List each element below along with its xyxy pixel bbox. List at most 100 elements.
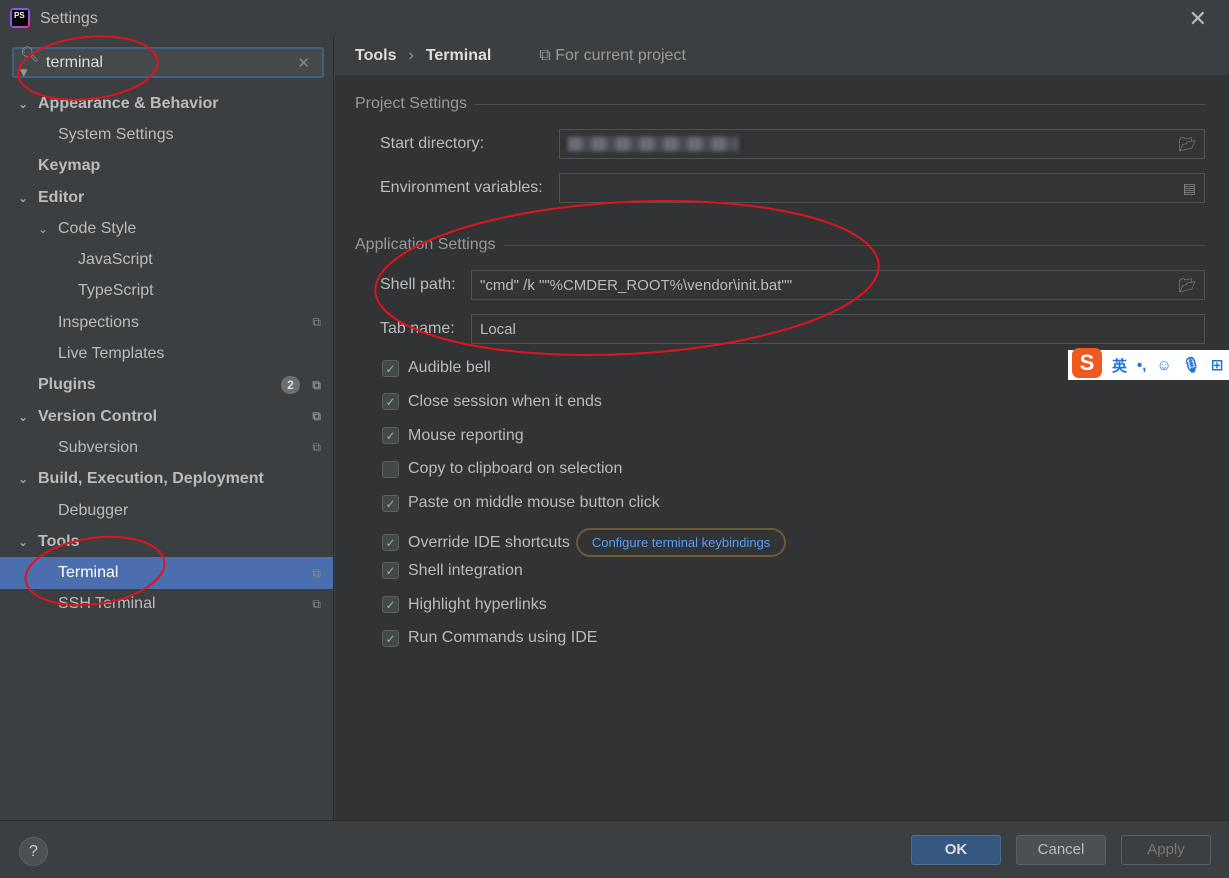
start-directory-field[interactable]: 📂︎ xyxy=(559,129,1205,159)
chevron-right-icon: › xyxy=(408,47,414,64)
breadcrumb-current: Terminal xyxy=(425,47,492,64)
keyboard-icon[interactable]: ⊞ xyxy=(1211,356,1224,374)
checkbox[interactable]: ✓ xyxy=(382,629,399,647)
tree-item[interactable]: SSH Terminal ⧉ xyxy=(0,589,333,620)
checkbox-option[interactable]: ✓ Paste on middle mouse button click xyxy=(382,494,660,512)
project-scope-icon: ⧉ xyxy=(539,47,556,64)
checkbox-option[interactable]: ✓ Close session when it ends xyxy=(382,393,602,411)
tree-item-label: Debugger xyxy=(58,501,129,519)
ok-button[interactable]: OK xyxy=(911,835,1001,865)
chevron-down-icon[interactable]: ⌄ xyxy=(18,472,32,486)
tree-item-label: Tools xyxy=(38,532,80,550)
scope-text: For current project xyxy=(555,47,686,64)
checkbox-option[interactable]: ✓ Run Commands using IDE xyxy=(382,629,597,647)
tree-item[interactable]: ⌄ Tools xyxy=(0,526,333,557)
checkbox-label: Highlight hyperlinks xyxy=(408,595,547,613)
tree-item[interactable]: JavaScript xyxy=(0,244,333,275)
tree-item[interactable]: Keymap xyxy=(0,151,333,182)
dialog-footer: ? OK Cancel Apply xyxy=(0,820,1229,878)
checkbox-label: Override IDE shortcuts xyxy=(408,533,570,551)
tree-item[interactable]: Terminal ⧉ xyxy=(0,557,333,589)
project-settings-section: Project Settings xyxy=(355,95,1205,113)
tree-item[interactable]: ⌄ Version Control ⧉ xyxy=(0,401,333,432)
tree-item[interactable]: System Settings xyxy=(0,119,333,150)
checkbox-option[interactable]: Copy to clipboard on selection xyxy=(382,460,622,478)
window-title: Settings xyxy=(40,10,98,27)
chevron-down-icon[interactable]: ⌄ xyxy=(38,222,52,236)
configure-keybindings-link[interactable]: Configure terminal keybindings xyxy=(575,528,787,557)
folder-icon[interactable]: 📂︎ xyxy=(1178,277,1196,294)
tree-item[interactable]: Debugger xyxy=(0,495,333,526)
tree-item-label: Build, Execution, Deployment xyxy=(38,470,264,488)
settings-sidebar: 🔍︎▾ ✕ ⌄ Appearance & Behavior System Setti… xyxy=(0,37,334,820)
close-icon[interactable]: ✕ xyxy=(1189,6,1207,32)
checkbox-label: Close session when it ends xyxy=(408,392,602,410)
checkbox[interactable] xyxy=(382,460,399,478)
microphone-icon[interactable]: 🎙︎ xyxy=(1182,356,1201,374)
apply-button[interactable]: Apply xyxy=(1121,835,1211,865)
tree-item[interactable]: Live Templates xyxy=(0,338,333,369)
tree-item[interactable]: TypeScript xyxy=(0,276,333,307)
tree-item-label: Terminal xyxy=(58,564,119,582)
breadcrumb-parent[interactable]: Tools xyxy=(355,47,396,65)
tree-item-label: TypeScript xyxy=(78,282,154,300)
clear-search-icon[interactable]: ✕ xyxy=(297,54,310,72)
phpstorm-logo: PS xyxy=(10,8,30,28)
scope-label: ⧉ For current project xyxy=(539,47,686,65)
settings-tree: ⌄ Appearance & Behavior System Settings Key… xyxy=(0,88,333,620)
folder-icon[interactable]: 📂︎ xyxy=(1178,136,1196,153)
chevron-down-icon[interactable]: ⌄ xyxy=(18,410,32,424)
tree-item[interactable]: ⌄ Editor xyxy=(0,182,333,213)
chevron-down-icon[interactable]: ⌄ xyxy=(18,97,32,111)
tree-item-label: Live Templates xyxy=(58,345,165,363)
title-bar: PS Settings ✕ xyxy=(0,0,1229,37)
tree-item-label: Keymap xyxy=(38,157,101,175)
environment-variables-field[interactable]: ▤ xyxy=(559,173,1205,203)
project-scope-icon: ⧉ xyxy=(312,315,321,330)
search-input[interactable] xyxy=(46,53,298,72)
tree-item[interactable]: ⌄ Code Style xyxy=(0,213,333,244)
help-button[interactable]: ? xyxy=(19,837,48,866)
tree-item[interactable]: Plugins 2 ⧉ xyxy=(0,370,333,401)
tree-item[interactable]: Inspections ⧉ xyxy=(0,307,333,338)
sogou-logo: S xyxy=(1072,348,1102,378)
checkbox[interactable]: ✓ xyxy=(382,494,399,512)
shell-path-field[interactable]: "cmd" /k ""%CMDER_ROOT%\vendor\init.bat"… xyxy=(471,270,1205,300)
ime-punctuation[interactable]: •, xyxy=(1137,357,1146,374)
checkbox-option[interactable]: ✓ Audible bell xyxy=(382,359,491,377)
tree-item[interactable]: ⌄ Build, Execution, Deployment xyxy=(0,464,333,495)
checkbox[interactable]: ✓ xyxy=(382,393,399,411)
tree-item[interactable]: Subversion ⧉ xyxy=(0,432,333,463)
checkbox-option[interactable]: ✓ Highlight hyperlinks xyxy=(382,596,547,614)
emoji-icon[interactable]: ☺ xyxy=(1156,357,1171,374)
ime-toolbar[interactable]: S 英 •, ☺ 🎙︎ ⊞ xyxy=(1068,348,1229,380)
checkbox-option[interactable]: ✓ Shell integration xyxy=(382,562,523,580)
chevron-down-icon[interactable]: ⌄ xyxy=(18,191,32,205)
tab-name-field[interactable]: Local xyxy=(471,314,1205,344)
tree-item-label: Editor xyxy=(38,188,85,206)
checkbox[interactable]: ✓ xyxy=(382,534,399,551)
settings-search[interactable]: 🔍︎▾ ✕ xyxy=(12,45,324,81)
start-directory-label: Start directory: xyxy=(380,135,485,152)
project-scope-icon: ⧉ xyxy=(312,596,321,611)
checkbox[interactable]: ✓ xyxy=(382,427,399,445)
checkbox[interactable]: ✓ xyxy=(382,596,399,614)
ime-mode[interactable]: 英 xyxy=(1112,355,1127,376)
tree-item[interactable]: ⌄ Appearance & Behavior xyxy=(0,88,333,119)
tree-item-label: Version Control xyxy=(38,407,158,425)
tree-item-label: SSH Terminal xyxy=(58,595,156,613)
project-scope-icon: ⧉ xyxy=(312,409,321,424)
project-scope-icon: ⧉ xyxy=(312,440,321,455)
chevron-down-icon[interactable]: ⌄ xyxy=(18,535,32,549)
checkbox[interactable]: ✓ xyxy=(382,359,399,377)
edit-list-icon[interactable]: ▤ xyxy=(1183,180,1196,197)
tree-item-label: Subversion xyxy=(58,438,139,456)
environment-variables-label: Environment variables: xyxy=(380,179,543,196)
checkbox-option[interactable]: ✓ Mouse reporting xyxy=(382,427,524,445)
checkbox-label: Copy to clipboard on selection xyxy=(408,460,623,478)
checkbox-label: Shell integration xyxy=(408,561,523,579)
cancel-button[interactable]: Cancel xyxy=(1016,835,1106,865)
search-icon[interactable]: 🔍︎▾ xyxy=(20,45,46,81)
checkbox-option[interactable]: ✓ Override IDE shortcuts Configure termina… xyxy=(382,528,787,557)
checkbox[interactable]: ✓ xyxy=(382,562,399,580)
